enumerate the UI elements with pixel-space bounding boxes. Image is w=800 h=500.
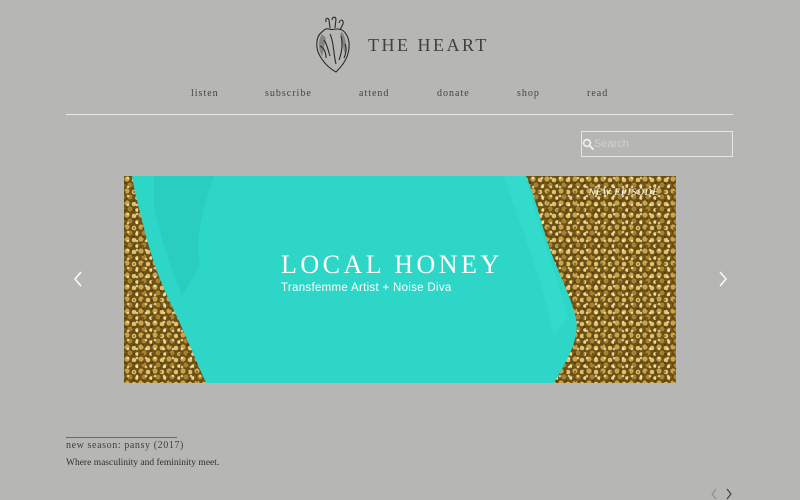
slide-subtitle: Transfemme Artist + Noise Diva bbox=[281, 282, 452, 294]
season-description: Where masculinity and femininity meet. bbox=[66, 458, 220, 468]
main-nav: listen subscribe attend donate shop read bbox=[66, 88, 733, 102]
search-input[interactable] bbox=[594, 133, 736, 155]
search-box[interactable] bbox=[581, 131, 736, 157]
slide-title: LOCAL HONEY bbox=[281, 250, 503, 279]
nav-item-subscribe[interactable]: subscribe bbox=[265, 88, 312, 99]
season-title-link[interactable]: new season: pansy (2017) bbox=[66, 440, 184, 451]
nav-item-donate[interactable]: donate bbox=[437, 88, 470, 99]
featured-slide[interactable]: NEW EPISODE LOCAL HONEY Transfemme Artis… bbox=[124, 176, 676, 383]
nav-item-listen[interactable]: listen bbox=[191, 88, 219, 99]
anatomical-heart-icon bbox=[316, 16, 350, 73]
site-title: THE HEART bbox=[368, 34, 489, 55]
site-brand[interactable]: THE HEART bbox=[312, 16, 489, 74]
nav-item-attend[interactable]: attend bbox=[359, 88, 389, 99]
season-divider bbox=[66, 437, 177, 438]
nav-item-read[interactable]: read bbox=[587, 88, 608, 99]
nav-item-shop[interactable]: shop bbox=[517, 88, 540, 99]
chevron-left-icon[interactable] bbox=[710, 488, 718, 500]
chevron-right-icon[interactable] bbox=[725, 488, 733, 500]
nav-divider bbox=[66, 114, 733, 115]
chevron-right-icon[interactable] bbox=[716, 270, 730, 288]
search-icon[interactable] bbox=[582, 132, 594, 156]
page: THE HEART listen subscribe attend donate… bbox=[0, 0, 800, 500]
chevron-left-icon[interactable] bbox=[71, 270, 85, 288]
new-episode-badge: NEW EPISODE bbox=[588, 188, 659, 198]
